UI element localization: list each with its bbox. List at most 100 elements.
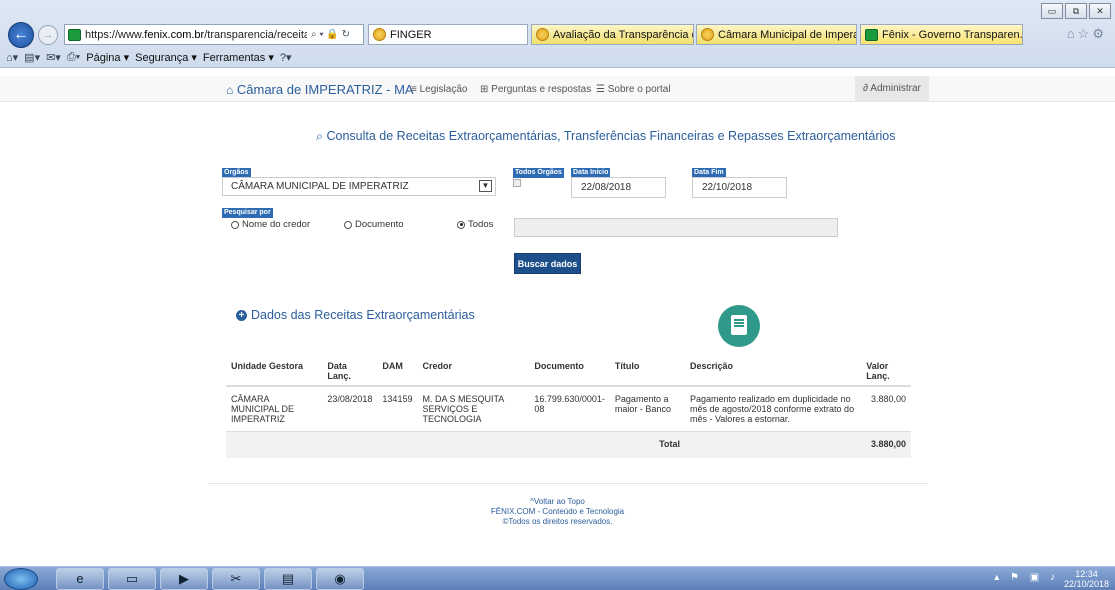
tab-title: Fênix - Governo Transparen... [882, 28, 1023, 41]
feeds-icon[interactable]: ▤▾ [24, 51, 40, 64]
nav-legislacao[interactable]: ≡ Legislação [411, 84, 467, 95]
system-tray[interactable]: ▴ ⚑ ▣ ♪ [994, 572, 1059, 583]
url-domain: fenix.com.br [144, 28, 205, 41]
radio-circle-icon [344, 220, 352, 229]
data-fim-field[interactable]: 22/10/2018 [692, 177, 787, 198]
table-row: CÂMARA MUNICIPAL DE IMPERATRIZ 23/08/201… [226, 386, 911, 432]
clock[interactable]: 12:34 22/10/2018 [1064, 569, 1109, 589]
taskbar-media-button[interactable]: ▶ [160, 568, 208, 590]
tab-avaliacao[interactable]: Avaliação da Transparência do... [531, 24, 694, 45]
taskbar-explorer-button[interactable]: ▭ [108, 568, 156, 590]
receitas-table: Unidade Gestora Data Lanç. DAM Credor Do… [226, 355, 911, 458]
close-window-button[interactable]: ✕ [1089, 3, 1111, 19]
tab-finger[interactable]: FINGER [368, 24, 528, 45]
buscar-dados-button[interactable]: Buscar dados [514, 253, 581, 274]
col-valor-lanc: Valor Lanç. [861, 355, 911, 387]
col-credor: Credor [417, 355, 530, 387]
minimize-button[interactable]: ▭ [1041, 3, 1063, 19]
nav-perguntas[interactable]: ⊞ Perguntas e respostas [480, 84, 591, 95]
restore-button[interactable]: ⧉ [1065, 3, 1087, 19]
seguranca-menu[interactable]: Segurança ▾ [135, 51, 197, 64]
page-footer: ^Voltar ao Topo FÊNIX.COM - Conteúdo e T… [0, 497, 1115, 527]
media-player-icon: ▶ [179, 571, 189, 586]
browser-chrome: ▭ ⧉ ✕ ← → https://www.fenix.com.br/trans… [0, 0, 1115, 68]
list-icon: ☰ [596, 84, 608, 95]
home-icon[interactable]: ⌂▾ [6, 51, 18, 64]
table-header-row: Unidade Gestora Data Lanç. DAM Credor Do… [226, 355, 911, 387]
windows-taskbar: e ▭ ▶ ✂ ▤ ◉ ▴ ⚑ ▣ ♪ 12:34 22/10/2018 [0, 566, 1115, 590]
pesquisar-por-label: Pesquisar por [222, 208, 273, 218]
export-spreadsheet-button[interactable] [718, 305, 760, 347]
address-actions-icon[interactable]: ⌕ ▾ 🔒 ↻ [311, 29, 350, 40]
help-icon[interactable]: ?▾ [280, 51, 292, 64]
tab-camara[interactable]: Câmara Municipal de Imperatr... [696, 24, 857, 45]
radio-documento[interactable]: Documento [344, 219, 404, 230]
search-input[interactable] [514, 218, 838, 237]
tab-title: FINGER [390, 28, 432, 41]
tab-fenix[interactable]: Fênix - Governo Transparen... ✕ [860, 24, 1023, 45]
forward-button[interactable]: → [38, 25, 58, 45]
home-favorites-tools-icons[interactable]: ⌂☆⚙ [1067, 26, 1107, 42]
site-navbar: ⌂ Câmara de IMPERATRIZ - MA ≡ Legislação… [0, 76, 1115, 102]
nav-legislacao-label: Legislação [419, 84, 468, 95]
mail-icon[interactable]: ✉▾ [46, 51, 61, 64]
taskbar-snipping-button[interactable]: ✂ [212, 568, 260, 590]
taskbar-ie-button[interactable]: e [56, 568, 104, 590]
administrar-link[interactable]: ∂ Administrar [855, 76, 929, 102]
chrome-icon: ◉ [334, 571, 346, 586]
print-icon[interactable]: ⎙▾ [67, 51, 80, 64]
nav-sobre[interactable]: ☰ Sobre o portal [596, 84, 671, 95]
col-descricao: Descrição [684, 355, 862, 387]
taskbar-chrome-button[interactable]: ◉ [316, 568, 364, 590]
plus-circle-icon: + [236, 309, 247, 321]
nav-perguntas-label: Perguntas e respostas [491, 84, 592, 95]
total-row: Total 3.880,00 [226, 431, 911, 458]
todos-orgaos-label: Todos Órgãos [513, 168, 564, 178]
start-button[interactable] [4, 568, 38, 590]
ie-page-icon [373, 28, 386, 41]
search-icon: ⌕ [316, 129, 327, 143]
navigation-row: ← → https://www.fenix.com.br/transparenc… [0, 22, 1115, 48]
tab-title: Câmara Municipal de Imperatr... [718, 28, 856, 41]
url-text[interactable]: https://www.fenix.com.br/transparencia/r… [85, 29, 307, 41]
faq-icon: ⊞ [480, 84, 492, 95]
chevron-down-icon[interactable]: ▼ [479, 180, 492, 192]
tab-title: Avaliação da Transparência do... [553, 28, 693, 41]
arrow-right-icon: → [42, 29, 54, 41]
footer-divider [208, 483, 928, 484]
radio-nome-credor[interactable]: Nome do credor [231, 219, 310, 230]
pagina-menu[interactable]: Página ▾ [86, 51, 129, 64]
page-title-text: Consulta de Receitas Extraorçamentárias,… [326, 129, 896, 143]
brand-link[interactable]: ⌂ Câmara de IMPERATRIZ - MA [226, 82, 414, 97]
data-inicio-field[interactable]: 22/08/2018 [571, 177, 666, 198]
cell-dam: 134159 [377, 386, 418, 432]
url-prefix: https://www. [85, 28, 145, 41]
clock-time: 12:34 [1075, 569, 1098, 579]
home-icon: ⌂ [226, 83, 234, 97]
voltar-topo-label: Voltar ao Topo [533, 497, 585, 506]
section-title-text: Dados das Receitas Extraorçamentárias [251, 308, 475, 322]
address-bar[interactable]: https://www.fenix.com.br/transparencia/r… [64, 24, 364, 45]
ferramentas-menu[interactable]: Ferramentas ▾ [203, 51, 274, 64]
total-spacer [684, 431, 862, 458]
taskbar-document-button[interactable]: ▤ [264, 568, 312, 590]
site-favicon-icon [865, 28, 878, 41]
radio-todos-label: Todos [468, 219, 494, 230]
url-path: /transparencia/receitas_e [204, 28, 307, 41]
col-titulo: Título [609, 355, 685, 387]
footer-rights: ©Todos os direitos reservados. [502, 517, 613, 526]
radio-credor-label: Nome do credor [242, 219, 311, 230]
radio-selected-icon [457, 220, 465, 229]
footer-company: FÊNIX.COM - Conteúdo e Tecnologia [490, 507, 625, 516]
cell-titulo: Pagamento a maior - Banco [609, 386, 685, 432]
radio-todos[interactable]: Todos [457, 219, 493, 230]
todos-orgaos-checkbox[interactable] [513, 179, 521, 187]
orgao-select[interactable]: CÂMARA MUNICIPAL DE IMPERATRIZ ▼ [222, 177, 496, 196]
back-button[interactable]: ← [8, 22, 34, 48]
section-title[interactable]: + Dados das Receitas Extraorçamentárias [236, 308, 475, 322]
orgao-selected-value: CÂMARA MUNICIPAL DE IMPERATRIZ [231, 181, 409, 192]
voltar-topo-link[interactable]: ^Voltar ao Topo [0, 497, 1115, 507]
document-icon: ▤ [281, 571, 295, 586]
arrow-left-icon: ← [13, 26, 29, 43]
cell-data: 23/08/2018 [322, 386, 378, 432]
